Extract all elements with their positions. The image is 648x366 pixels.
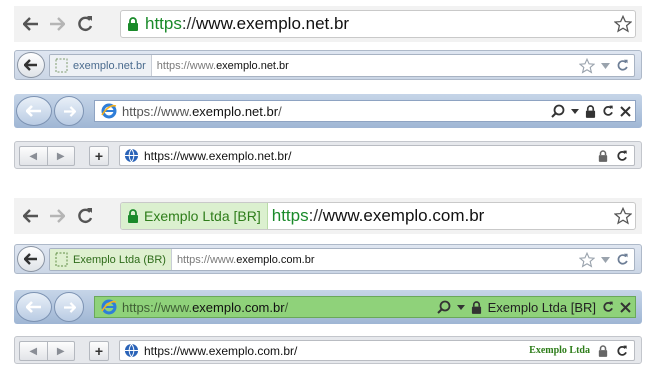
- opera-toolbar: ◀ ▶ + https://www.exemplo.net.br/: [14, 141, 642, 169]
- url-host: exemplo.com.br: [236, 253, 315, 266]
- forward-arrow-icon: [63, 301, 76, 313]
- back-arrow-icon[interactable]: [18, 198, 44, 234]
- lock-icon[interactable]: [585, 104, 596, 118]
- url-host: www.exemplo.net.br: [196, 14, 350, 33]
- url-host: www.exemplo.com.br: [322, 206, 485, 225]
- back-arrow-icon: [26, 105, 42, 117]
- ev-org-name: Exemplo Ltda [BR]: [144, 208, 261, 224]
- back-button[interactable]: [16, 292, 52, 322]
- url-text: https://www.exemplo.net.br/: [144, 148, 292, 163]
- ie-logo-icon: [101, 103, 117, 119]
- ie-ev-toolbar: https://www. exemplo.com.br / Exemplo Ltda…: [14, 290, 642, 324]
- forward-triangle-icon[interactable]: ▶: [48, 147, 75, 165]
- url-prefix: https://www.: [176, 253, 237, 266]
- reload-icon[interactable]: [616, 150, 628, 162]
- forward-arrow-icon[interactable]: [44, 198, 70, 234]
- globe-icon: [124, 343, 139, 358]
- back-arrow-icon: [24, 59, 38, 71]
- identity-label: Exemplo Ltda (BR): [73, 253, 166, 266]
- reload-icon[interactable]: [70, 198, 100, 234]
- reload-icon[interactable]: [70, 6, 100, 42]
- reload-icon[interactable]: [616, 59, 629, 72]
- dropdown-arrow-icon[interactable]: [456, 304, 465, 310]
- forward-button[interactable]: [54, 292, 84, 322]
- identity-label: exemplo.net.br: [73, 59, 146, 72]
- site-identity-button[interactable]: exemplo.net.br: [50, 55, 152, 76]
- lock-icon: [127, 209, 139, 223]
- reload-icon[interactable]: [616, 253, 629, 266]
- url-host: exemplo.net.br: [192, 103, 279, 119]
- back-arrow-icon: [24, 253, 38, 265]
- reload-icon[interactable]: [602, 301, 614, 313]
- address-bar[interactable]: Exemplo Ltda (BR) https://www. exemplo.co…: [49, 248, 635, 271]
- chrome-ev-toolbar: Exemplo Ltda [BR] https://www.exemplo.co…: [14, 198, 642, 234]
- reload-icon[interactable]: [602, 105, 614, 117]
- address-bar[interactable]: https://www.exemplo.com.br/ Exemplo Ltda: [119, 340, 635, 361]
- back-button[interactable]: [17, 52, 45, 78]
- back-triangle-icon[interactable]: ◀: [20, 342, 48, 360]
- lock-icon: [127, 17, 139, 31]
- firefox-ev-toolbar: Exemplo Ltda (BR) https://www. exemplo.co…: [14, 244, 642, 274]
- address-bar[interactable]: https://www.exemplo.net.br: [120, 10, 636, 38]
- address-bar[interactable]: https://www.exemplo.net.br/: [94, 100, 636, 122]
- url-prefix: https://www.: [122, 103, 193, 119]
- ie-logo-icon: [101, 299, 117, 315]
- dropdown-arrow-icon[interactable]: [601, 256, 610, 263]
- ev-org-badge[interactable]: Exemplo Ltda [BR]: [121, 203, 268, 229]
- address-bar[interactable]: exemplo.net.br https://www. exemplo.net.b…: [49, 54, 635, 77]
- new-tab-plus-icon[interactable]: +: [89, 341, 109, 361]
- back-arrow-icon: [26, 301, 42, 313]
- site-identity-icon: [55, 58, 68, 73]
- forward-triangle-icon[interactable]: ▶: [48, 342, 75, 360]
- chrome-toolbar: https://www.exemplo.net.br: [14, 6, 642, 42]
- site-identity-button[interactable]: Exemplo Ltda (BR): [50, 249, 172, 270]
- url-prefix: https://www.: [156, 59, 217, 72]
- search-icon[interactable]: [436, 300, 451, 314]
- lock-icon[interactable]: [471, 300, 482, 314]
- back-button[interactable]: [16, 96, 52, 126]
- address-bar[interactable]: Exemplo Ltda [BR] https://www.exemplo.co…: [120, 202, 636, 230]
- back-triangle-icon[interactable]: ◀: [20, 147, 48, 165]
- ie-toolbar: https://www. exemplo.net.br /: [14, 94, 642, 128]
- stop-icon[interactable]: [620, 301, 631, 313]
- bookmark-star-icon[interactable]: [579, 57, 595, 74]
- address-bar[interactable]: https://www. exemplo.com.br / Exemplo Ltda…: [94, 296, 636, 318]
- globe-icon: [124, 148, 139, 163]
- opera-ev-toolbar: ◀ ▶ + https://www.exemplo.com.br/ Exempl…: [14, 336, 642, 364]
- lock-icon[interactable]: [598, 149, 608, 162]
- dropdown-arrow-icon[interactable]: [601, 62, 610, 69]
- stop-icon[interactable]: [620, 105, 631, 117]
- bookmark-star-icon[interactable]: [579, 251, 595, 268]
- dropdown-arrow-icon[interactable]: [571, 108, 579, 114]
- forward-arrow-icon[interactable]: [44, 6, 70, 42]
- reload-icon[interactable]: [616, 345, 628, 357]
- ev-org-name[interactable]: Exemplo Ltda: [529, 345, 590, 356]
- nav-button-group: ◀ ▶: [19, 341, 75, 361]
- search-icon[interactable]: [551, 104, 565, 118]
- bookmark-star-icon[interactable]: [614, 15, 632, 33]
- back-button[interactable]: [17, 246, 45, 272]
- url-separator: ://: [308, 206, 323, 225]
- site-identity-icon: [55, 252, 68, 267]
- url-scheme: https: [271, 206, 309, 225]
- url-host: exemplo.com.br: [192, 299, 285, 315]
- firefox-toolbar: exemplo.net.br https://www. exemplo.net.b…: [14, 50, 642, 80]
- forward-arrow-icon: [63, 105, 76, 117]
- lock-icon[interactable]: [598, 344, 608, 357]
- bookmark-star-icon[interactable]: [614, 207, 632, 225]
- url-prefix: https://www.: [122, 299, 193, 315]
- url-suffix: /: [278, 103, 282, 119]
- url-scheme: https: [145, 14, 182, 33]
- address-bar[interactable]: https://www.exemplo.net.br/: [119, 145, 635, 166]
- forward-button[interactable]: [54, 96, 84, 126]
- url-host: exemplo.net.br: [216, 59, 289, 72]
- ev-org-name[interactable]: Exemplo Ltda [BR]: [488, 300, 596, 315]
- nav-button-group: ◀ ▶: [19, 146, 75, 166]
- url-suffix: /: [284, 299, 289, 315]
- back-arrow-icon[interactable]: [18, 6, 44, 42]
- url-text: https://www.exemplo.com.br/: [144, 343, 298, 358]
- url-separator: ://: [181, 14, 197, 33]
- new-tab-plus-icon[interactable]: +: [89, 146, 109, 166]
